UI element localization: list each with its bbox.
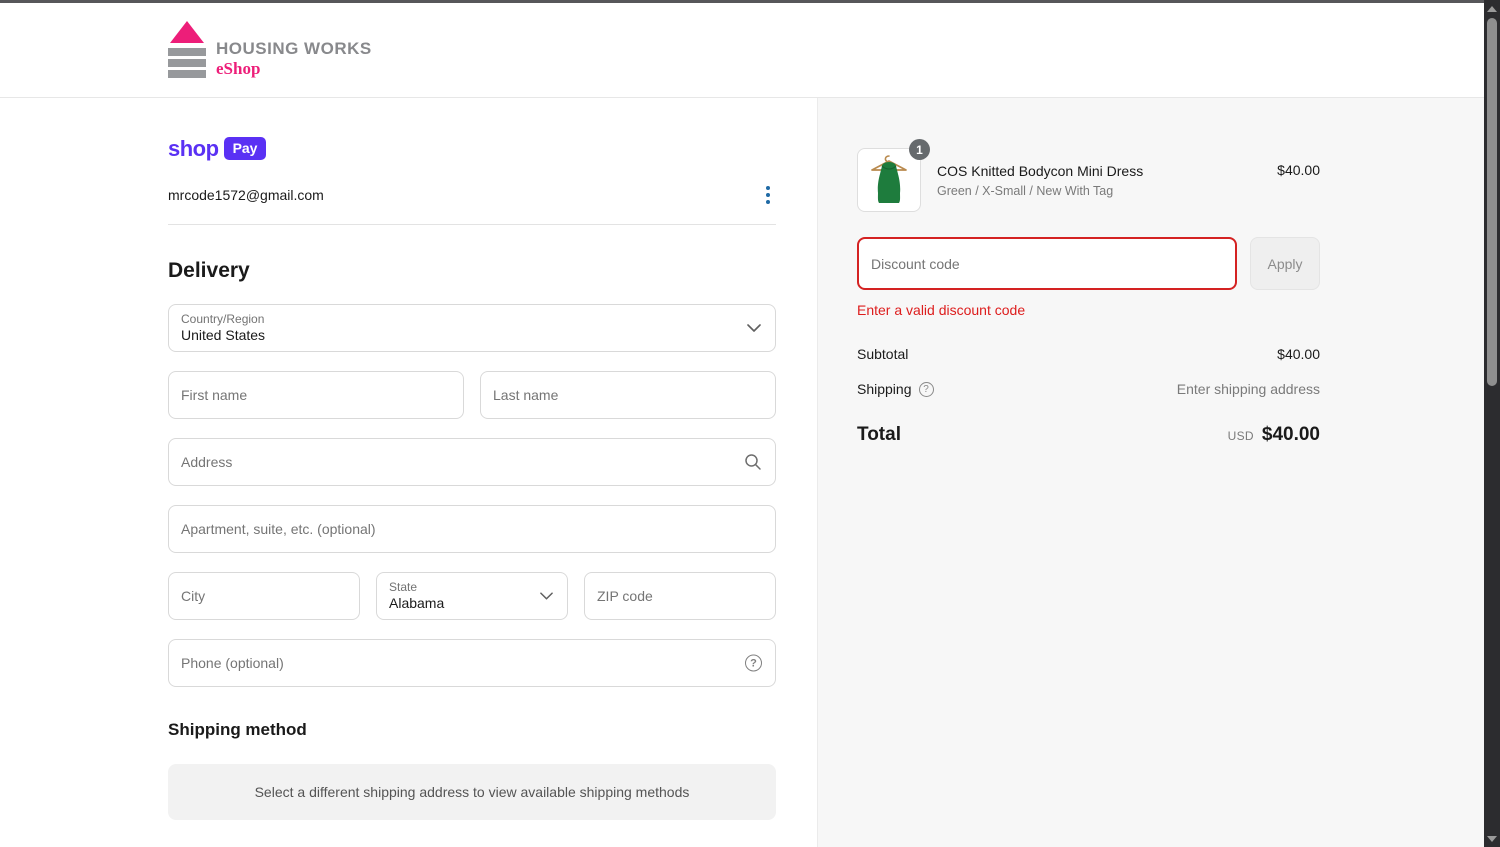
discount-code-field[interactable] <box>857 237 1237 290</box>
product-price: $40.00 <box>1277 162 1320 178</box>
total-value: $40.00 <box>1261 424 1320 445</box>
header: HOUSING WORKS eShop <box>0 3 1500 98</box>
apply-discount-button[interactable]: Apply <box>1250 237 1320 290</box>
checkout-page: HOUSING WORKS eShop shop Pay mrcode1572@… <box>0 0 1500 847</box>
store-logo[interactable]: HOUSING WORKS eShop <box>168 21 372 78</box>
help-icon[interactable]: ? <box>745 654 762 672</box>
currency-code: USD <box>1227 429 1254 443</box>
shipping-method-notice: Select a different shipping address to v… <box>168 764 776 820</box>
scrollbar-thumb[interactable] <box>1487 18 1497 386</box>
phone-input[interactable] <box>169 640 775 686</box>
pay-badge: Pay <box>223 137 267 160</box>
product-variant: Green / X-Small / New With Tag <box>937 183 1114 198</box>
apartment-field[interactable] <box>168 505 776 553</box>
housing-works-house-icon <box>168 21 206 78</box>
logo-text-primary: HOUSING WORKS <box>216 39 372 58</box>
shipping-method-notice-text: Select a different shipping address to v… <box>254 784 690 800</box>
first-name-field[interactable] <box>168 371 464 419</box>
shipping-label: Shipping <box>857 381 912 397</box>
last-name-field[interactable] <box>480 371 776 419</box>
scroll-down-arrow-icon[interactable] <box>1484 830 1500 847</box>
chevron-down-icon <box>540 592 553 600</box>
city-field[interactable] <box>168 572 360 620</box>
state-select[interactable]: State Alabama <box>376 572 568 620</box>
quantity-badge: 1 <box>909 139 930 160</box>
discount-code-input[interactable] <box>859 239 1235 288</box>
apartment-input[interactable] <box>169 506 775 552</box>
logo-text-secondary: eShop <box>216 59 261 78</box>
green-dress-image <box>871 155 907 203</box>
search-icon <box>744 453 762 471</box>
first-name-input[interactable] <box>169 372 463 418</box>
state-value: Alabama <box>389 595 445 612</box>
subtotal-value: $40.00 <box>1277 346 1320 362</box>
product-title: COS Knitted Bodycon Mini Dress <box>937 162 1144 179</box>
scroll-up-arrow-icon[interactable] <box>1484 0 1500 17</box>
delivery-heading: Delivery <box>168 259 250 282</box>
shop-pay-logo: shop Pay <box>168 137 776 160</box>
order-summary: 1 COS Knitted Bodycon Mini Dress Green /… <box>817 98 1484 847</box>
country-label: Country/Region <box>181 312 265 326</box>
shipping-value: Enter shipping address <box>1176 381 1320 397</box>
zip-input[interactable] <box>585 573 775 619</box>
phone-field[interactable]: ? <box>168 639 776 687</box>
kebab-menu-icon[interactable] <box>760 182 776 208</box>
country-select[interactable]: Country/Region United States <box>168 304 776 352</box>
divider <box>168 224 776 225</box>
city-input[interactable] <box>169 573 359 619</box>
subtotal-row: Subtotal $40.00 <box>857 346 1320 362</box>
shipping-row: Shipping ? Enter shipping address <box>857 381 1320 397</box>
discount-error-message: Enter a valid discount code <box>857 302 1026 318</box>
scrollbar[interactable] <box>1484 0 1500 847</box>
cart-line-item: 1 COS Knitted Bodycon Mini Dress Green /… <box>857 139 1320 212</box>
shop-wordmark: shop <box>168 135 219 161</box>
customer-email: mrcode1572@gmail.com <box>168 187 324 203</box>
total-row: Total USD $40.00 <box>857 424 1320 446</box>
subtotal-label: Subtotal <box>857 346 909 362</box>
checkout-form-column: shop Pay mrcode1572@gmail.com Delivery C… <box>0 98 817 847</box>
address-field[interactable] <box>168 438 776 486</box>
shipping-method-heading: Shipping method <box>168 720 307 739</box>
chevron-down-icon <box>747 324 761 332</box>
state-label: State <box>389 580 418 594</box>
shipping-help-icon[interactable]: ? <box>918 381 934 397</box>
zip-field[interactable] <box>584 572 776 620</box>
address-input[interactable] <box>169 439 775 485</box>
product-thumbnail <box>857 148 921 212</box>
last-name-input[interactable] <box>481 372 775 418</box>
total-label: Total <box>857 424 901 445</box>
country-value: United States <box>181 327 266 344</box>
